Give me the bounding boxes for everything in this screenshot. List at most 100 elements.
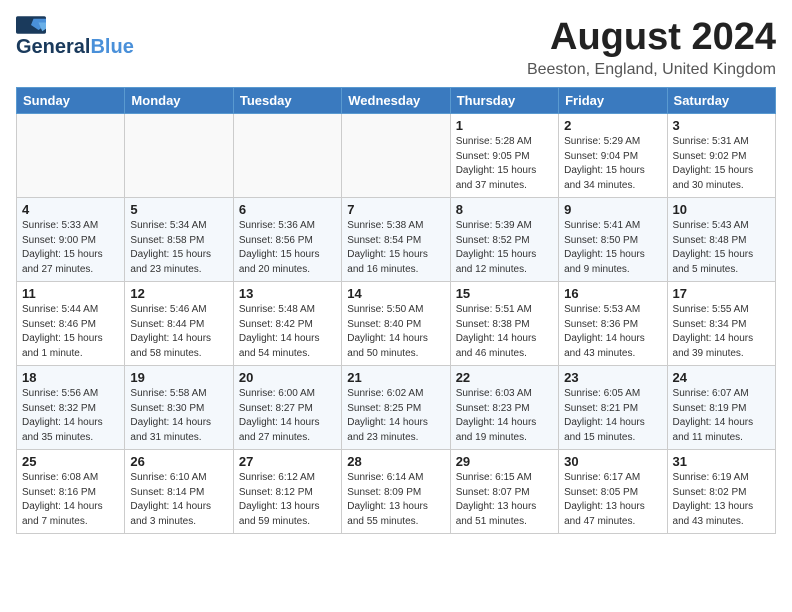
day-number: 23 — [564, 370, 661, 385]
weekday-header-row: SundayMondayTuesdayWednesdayThursdayFrid… — [17, 88, 776, 114]
day-number: 25 — [22, 454, 119, 469]
location-title: Beeston, England, United Kingdom — [527, 61, 776, 79]
calendar-cell: 13 Sunrise: 5:48 AM Sunset: 8:42 PM Dayli… — [233, 282, 341, 366]
calendar-cell: 17 Sunrise: 5:55 AM Sunset: 8:34 PM Dayli… — [667, 282, 775, 366]
calendar-cell — [17, 114, 125, 198]
calendar-cell: 11 Sunrise: 5:44 AM Sunset: 8:46 PM Dayli… — [17, 282, 125, 366]
day-number: 18 — [22, 370, 119, 385]
week-row-3: 11 Sunrise: 5:44 AM Sunset: 8:46 PM Dayli… — [17, 282, 776, 366]
calendar-cell: 21 Sunrise: 6:02 AM Sunset: 8:25 PM Dayli… — [342, 366, 450, 450]
logo: GeneralBlue — [16, 16, 134, 59]
calendar-cell — [233, 114, 341, 198]
day-number: 7 — [347, 202, 444, 217]
day-number: 26 — [130, 454, 227, 469]
day-number: 29 — [456, 454, 553, 469]
calendar-cell: 10 Sunrise: 5:43 AM Sunset: 8:48 PM Dayli… — [667, 198, 775, 282]
month-title: August 2024 — [527, 16, 776, 59]
day-info: Sunrise: 6:19 AM Sunset: 8:02 PM Dayligh… — [673, 471, 770, 529]
calendar-cell: 4 Sunrise: 5:33 AM Sunset: 9:00 PM Daylig… — [17, 198, 125, 282]
day-number: 3 — [673, 118, 770, 133]
day-number: 19 — [130, 370, 227, 385]
page-header: GeneralBlue August 2024 Beeston, England… — [16, 16, 776, 79]
calendar-cell: 8Sunrise: 5:39 AM Sunset: 8:52 PM Daylig… — [450, 198, 558, 282]
day-info: Sunrise: 6:07 AM Sunset: 8:19 PM Dayligh… — [673, 387, 770, 445]
calendar-cell: 27 Sunrise: 6:12 AM Sunset: 8:12 PM Dayli… — [233, 450, 341, 534]
calendar-cell: 1Sunrise: 5:28 AM Sunset: 9:05 PM Daylig… — [450, 114, 558, 198]
day-number: 4 — [22, 202, 119, 217]
day-info: Sunrise: 5:50 AM Sunset: 8:40 PM Dayligh… — [347, 303, 444, 361]
calendar: SundayMondayTuesdayWednesdayThursdayFrid… — [16, 87, 776, 534]
calendar-cell: 5 Sunrise: 5:34 AM Sunset: 8:58 PM Daylig… — [125, 198, 233, 282]
day-info: Sunrise: 6:00 AM Sunset: 8:27 PM Dayligh… — [239, 387, 336, 445]
weekday-header-thursday: Thursday — [450, 88, 558, 114]
day-number: 27 — [239, 454, 336, 469]
day-info: Sunrise: 6:14 AM Sunset: 8:09 PM Dayligh… — [347, 471, 444, 529]
day-info: Sunrise: 5:56 AM Sunset: 8:32 PM Dayligh… — [22, 387, 119, 445]
day-info: Sunrise: 5:44 AM Sunset: 8:46 PM Dayligh… — [22, 303, 119, 361]
day-info: Sunrise: 6:02 AM Sunset: 8:25 PM Dayligh… — [347, 387, 444, 445]
day-number: 28 — [347, 454, 444, 469]
calendar-cell: 26 Sunrise: 6:10 AM Sunset: 8:14 PM Dayli… — [125, 450, 233, 534]
weekday-header-saturday: Saturday — [667, 88, 775, 114]
title-block: August 2024 Beeston, England, United Kin… — [527, 16, 776, 79]
day-info: Sunrise: 5:55 AM Sunset: 8:34 PM Dayligh… — [673, 303, 770, 361]
day-info: Sunrise: 6:12 AM Sunset: 8:12 PM Dayligh… — [239, 471, 336, 529]
calendar-cell: 14Sunrise: 5:50 AM Sunset: 8:40 PM Dayli… — [342, 282, 450, 366]
day-number: 9 — [564, 202, 661, 217]
day-number: 30 — [564, 454, 661, 469]
week-row-4: 18 Sunrise: 5:56 AM Sunset: 8:32 PM Dayli… — [17, 366, 776, 450]
day-number: 21 — [347, 370, 444, 385]
day-info: Sunrise: 6:03 AM Sunset: 8:23 PM Dayligh… — [456, 387, 553, 445]
week-row-1: 1Sunrise: 5:28 AM Sunset: 9:05 PM Daylig… — [17, 114, 776, 198]
day-number: 5 — [130, 202, 227, 217]
day-info: Sunrise: 5:31 AM Sunset: 9:02 PM Dayligh… — [673, 135, 770, 193]
calendar-cell: 2Sunrise: 5:29 AM Sunset: 9:04 PM Daylig… — [559, 114, 667, 198]
day-number: 13 — [239, 286, 336, 301]
weekday-header-tuesday: Tuesday — [233, 88, 341, 114]
day-number: 2 — [564, 118, 661, 133]
day-info: Sunrise: 5:36 AM Sunset: 8:56 PM Dayligh… — [239, 219, 336, 277]
day-info: Sunrise: 6:15 AM Sunset: 8:07 PM Dayligh… — [456, 471, 553, 529]
day-info: Sunrise: 5:39 AM Sunset: 8:52 PM Dayligh… — [456, 219, 553, 277]
day-info: Sunrise: 5:46 AM Sunset: 8:44 PM Dayligh… — [130, 303, 227, 361]
calendar-cell: 12 Sunrise: 5:46 AM Sunset: 8:44 PM Dayli… — [125, 282, 233, 366]
calendar-cell: 31Sunrise: 6:19 AM Sunset: 8:02 PM Dayli… — [667, 450, 775, 534]
calendar-cell: 20Sunrise: 6:00 AM Sunset: 8:27 PM Dayli… — [233, 366, 341, 450]
day-info: Sunrise: 5:58 AM Sunset: 8:30 PM Dayligh… — [130, 387, 227, 445]
logo-icon — [16, 16, 46, 34]
calendar-cell: 24Sunrise: 6:07 AM Sunset: 8:19 PM Dayli… — [667, 366, 775, 450]
day-info: Sunrise: 6:05 AM Sunset: 8:21 PM Dayligh… — [564, 387, 661, 445]
calendar-cell: 25 Sunrise: 6:08 AM Sunset: 8:16 PM Dayli… — [17, 450, 125, 534]
week-row-2: 4 Sunrise: 5:33 AM Sunset: 9:00 PM Daylig… — [17, 198, 776, 282]
day-number: 12 — [130, 286, 227, 301]
calendar-cell: 30 Sunrise: 6:17 AM Sunset: 8:05 PM Dayli… — [559, 450, 667, 534]
day-number: 10 — [673, 202, 770, 217]
weekday-header-friday: Friday — [559, 88, 667, 114]
day-number: 11 — [22, 286, 119, 301]
logo-general: General — [16, 36, 90, 59]
calendar-cell: 9Sunrise: 5:41 AM Sunset: 8:50 PM Daylig… — [559, 198, 667, 282]
day-info: Sunrise: 6:10 AM Sunset: 8:14 PM Dayligh… — [130, 471, 227, 529]
day-number: 1 — [456, 118, 553, 133]
day-number: 6 — [239, 202, 336, 217]
calendar-cell: 3 Sunrise: 5:31 AM Sunset: 9:02 PM Daylig… — [667, 114, 775, 198]
weekday-header-wednesday: Wednesday — [342, 88, 450, 114]
calendar-cell: 28 Sunrise: 6:14 AM Sunset: 8:09 PM Dayli… — [342, 450, 450, 534]
day-info: Sunrise: 6:17 AM Sunset: 8:05 PM Dayligh… — [564, 471, 661, 529]
day-info: Sunrise: 5:43 AM Sunset: 8:48 PM Dayligh… — [673, 219, 770, 277]
day-info: Sunrise: 5:48 AM Sunset: 8:42 PM Dayligh… — [239, 303, 336, 361]
calendar-cell: 7 Sunrise: 5:38 AM Sunset: 8:54 PM Daylig… — [342, 198, 450, 282]
calendar-cell — [342, 114, 450, 198]
day-number: 17 — [673, 286, 770, 301]
day-info: Sunrise: 6:08 AM Sunset: 8:16 PM Dayligh… — [22, 471, 119, 529]
calendar-cell: 6 Sunrise: 5:36 AM Sunset: 8:56 PM Daylig… — [233, 198, 341, 282]
day-info: Sunrise: 5:34 AM Sunset: 8:58 PM Dayligh… — [130, 219, 227, 277]
weekday-header-sunday: Sunday — [17, 88, 125, 114]
calendar-cell: 22Sunrise: 6:03 AM Sunset: 8:23 PM Dayli… — [450, 366, 558, 450]
calendar-cell: 15Sunrise: 5:51 AM Sunset: 8:38 PM Dayli… — [450, 282, 558, 366]
calendar-cell: 29 Sunrise: 6:15 AM Sunset: 8:07 PM Dayli… — [450, 450, 558, 534]
day-info: Sunrise: 5:33 AM Sunset: 9:00 PM Dayligh… — [22, 219, 119, 277]
calendar-cell: 19 Sunrise: 5:58 AM Sunset: 8:30 PM Dayli… — [125, 366, 233, 450]
day-info: Sunrise: 5:51 AM Sunset: 8:38 PM Dayligh… — [456, 303, 553, 361]
day-info: Sunrise: 5:38 AM Sunset: 8:54 PM Dayligh… — [347, 219, 444, 277]
